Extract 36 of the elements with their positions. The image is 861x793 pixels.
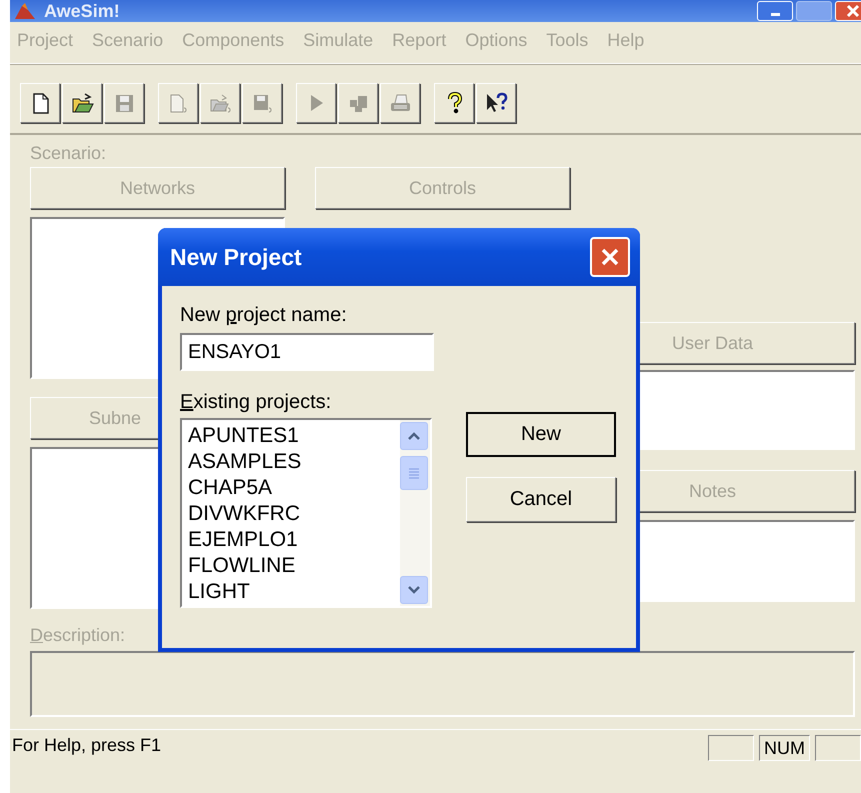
scroll-thumb[interactable]	[400, 456, 428, 490]
scenario-label: Scenario:	[30, 143, 108, 163]
folder-icon	[70, 91, 94, 115]
projects-list[interactable]: APUNTES1 ASAMPLES CHAP5A DIVWKFRC EJEMPLO1 FLOWLINE LIGHT	[180, 418, 432, 608]
toolbar-button[interactable]	[62, 83, 102, 123]
project-name-field[interactable]: ENSAYO1	[180, 333, 434, 371]
project-list-item[interactable]: LIGHT	[188, 579, 400, 605]
status-panel	[815, 735, 861, 761]
grip-icon	[408, 467, 420, 479]
dialog-button[interactable]: New	[466, 412, 616, 457]
pointer-question-icon	[484, 91, 508, 115]
project-list-item[interactable]: FLOWLINE	[188, 553, 400, 579]
num-lock-indicator: NUM	[759, 735, 810, 761]
close-button[interactable]	[835, 1, 861, 21]
close-icon	[845, 4, 861, 18]
close-icon	[600, 247, 620, 267]
close-button[interactable]	[590, 237, 630, 277]
project-list-item[interactable]: CHAP5A	[188, 475, 400, 501]
dialog-title: New Project	[170, 244, 303, 270]
scroll-up-button[interactable]	[400, 422, 428, 450]
status-text: For Help, press F1	[11, 735, 162, 756]
scroll-down-button[interactable]	[400, 576, 428, 604]
minimize-button[interactable]	[757, 1, 793, 21]
toolbar-button[interactable]	[434, 83, 474, 123]
toolbar-button[interactable]	[476, 83, 516, 123]
project-list-item[interactable]: ASAMPLES	[188, 449, 400, 475]
description-label: Description:	[30, 625, 126, 645]
toolbar-button[interactable]	[20, 83, 60, 123]
project-name-label: New project name:	[180, 304, 347, 326]
project-list-item[interactable]: EJEMPLO1	[188, 527, 400, 553]
app-icon	[14, 2, 36, 20]
window-title: AweSim!	[44, 1, 121, 21]
status-panel	[708, 735, 754, 761]
dialog-button[interactable]: Cancel	[466, 477, 616, 522]
minimize-icon	[770, 13, 780, 16]
project-list-item[interactable]: DIVWKFRC	[188, 501, 400, 527]
